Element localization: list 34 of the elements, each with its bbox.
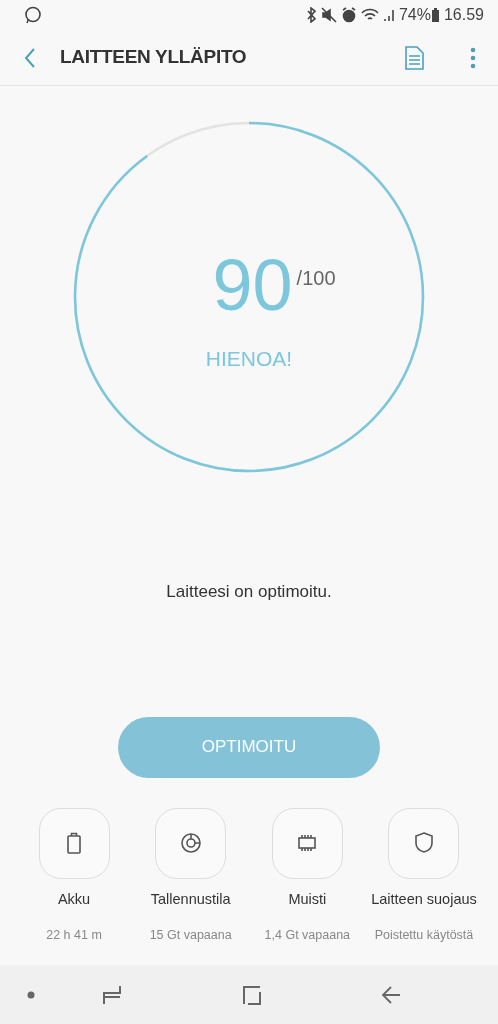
nav-back-icon[interactable] — [381, 984, 401, 1005]
storage-icon — [179, 831, 202, 855]
category-button[interactable] — [271, 807, 343, 879]
category-detail: 22 h 41 m — [46, 927, 102, 945]
home-icon[interactable] — [242, 983, 262, 1006]
category-label: Laitteen suojaus — [371, 889, 477, 909]
bluetooth-icon — [304, 7, 317, 23]
signal-icon — [382, 7, 395, 23]
battery-icon — [430, 7, 440, 23]
clock: 16.59 — [443, 5, 484, 25]
more-icon[interactable] — [470, 46, 476, 69]
alarm-icon — [340, 7, 357, 23]
score-value: 90 — [212, 249, 293, 321]
category-label: Akku — [57, 889, 91, 909]
status-message: Laitteesi on optimoitu. — [165, 581, 333, 603]
chat-icon — [24, 6, 42, 24]
category-label: Muisti — [288, 889, 327, 909]
score-max: /100 — [296, 266, 336, 291]
category-detail: 1,4 Gt vapaana — [264, 927, 351, 945]
recents-icon[interactable] — [102, 983, 122, 1006]
score-rating: HIENOA! — [205, 346, 293, 372]
document-icon[interactable] — [404, 45, 424, 70]
category-button[interactable] — [38, 807, 110, 879]
category-label: Tallennustila — [150, 889, 231, 909]
category-detail: Poistettu käytöstä — [374, 927, 474, 945]
battery-percent: 74% — [398, 5, 431, 25]
dot-icon[interactable] — [27, 990, 35, 999]
shield-icon — [412, 831, 435, 855]
screen-title: LAITTEEN YLLÄPITO — [60, 45, 248, 70]
category-button[interactable] — [155, 807, 227, 879]
back-icon[interactable] — [24, 46, 36, 69]
wifi-icon — [360, 7, 379, 23]
category-detail: 15 Gt vapaana — [149, 927, 232, 945]
mute-icon — [320, 7, 337, 23]
